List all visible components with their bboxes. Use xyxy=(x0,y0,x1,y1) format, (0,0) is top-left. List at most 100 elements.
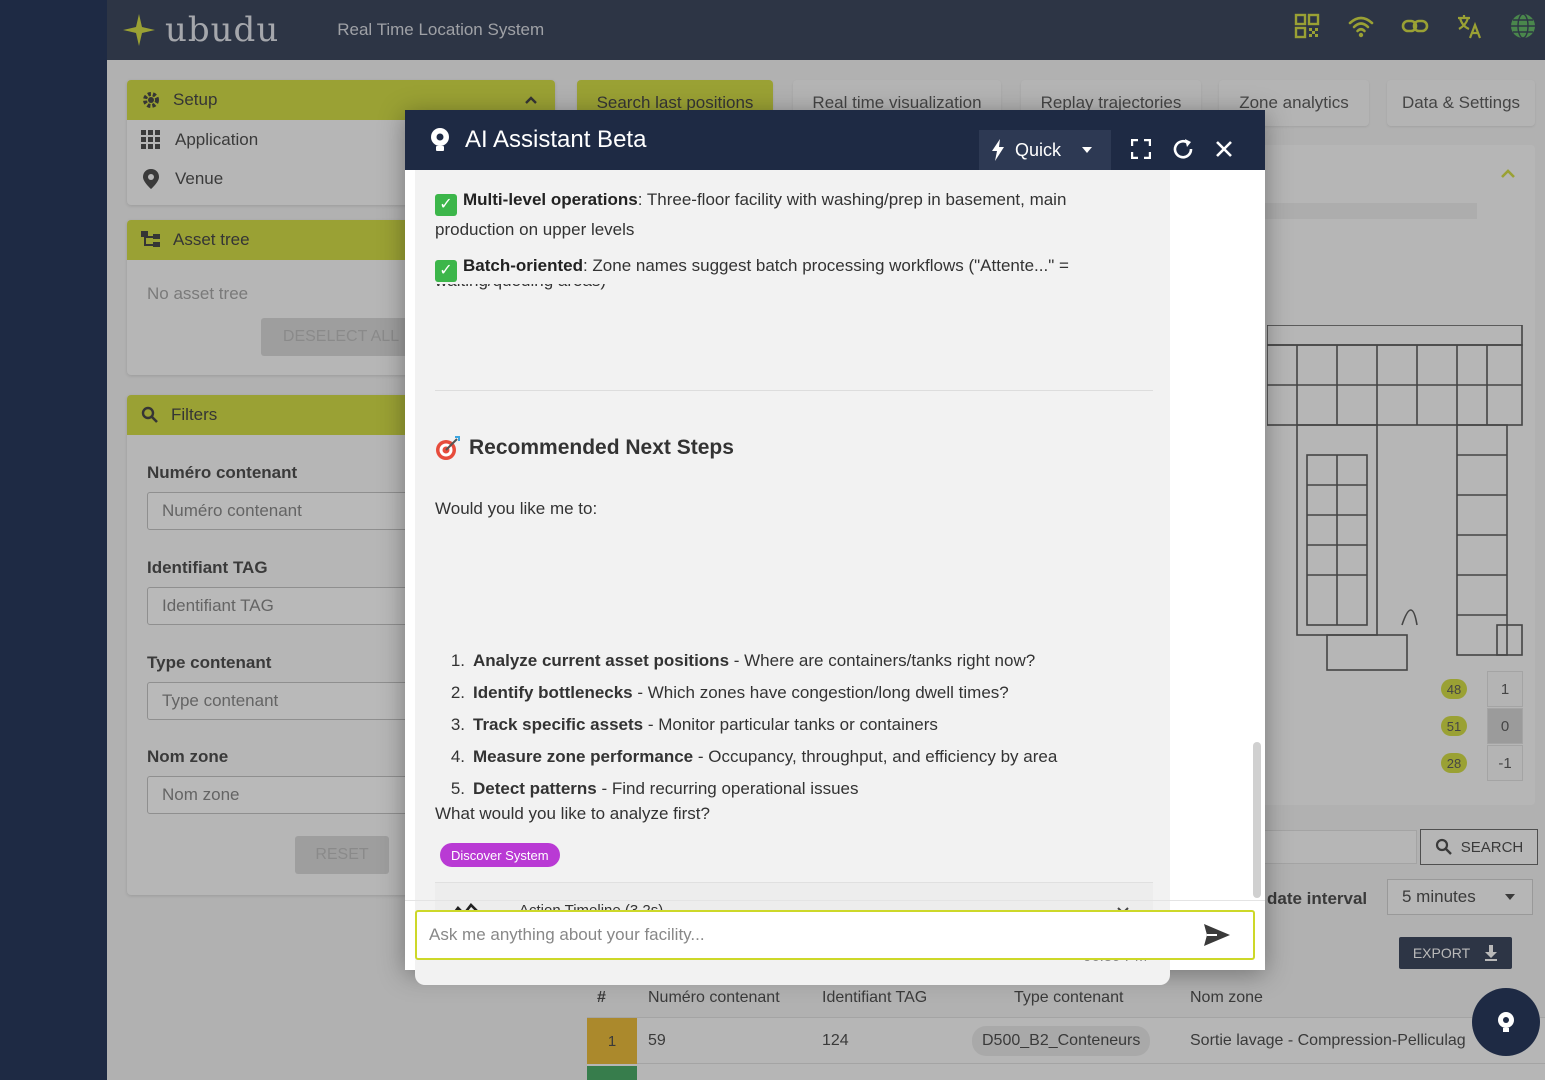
search-row-input[interactable] xyxy=(1257,830,1417,864)
logo[interactable]: ubudu xyxy=(121,10,279,50)
point-2-bold: Batch-oriented xyxy=(463,256,583,275)
tree-icon xyxy=(141,231,160,247)
follow-up-question: What would you like to analyze first? xyxy=(435,804,710,823)
link-icon[interactable] xyxy=(1401,12,1429,40)
download-icon xyxy=(1485,945,1498,961)
chat-scrollbar[interactable] xyxy=(1253,742,1261,898)
floor-button-0[interactable]: 0 xyxy=(1487,708,1523,744)
steps-list: 1. Analyze current asset positions - Wher… xyxy=(445,645,1057,805)
assistant-title: AI Assistant Beta xyxy=(465,126,647,153)
ai-assistant-dialog: AI Assistant Beta Quick ✓ Multi-level ope… xyxy=(405,110,1265,985)
location-pin-icon xyxy=(143,168,159,189)
update-interval-label: date interval xyxy=(1267,889,1368,908)
row-index-cell-next xyxy=(587,1066,637,1080)
caret-down-icon xyxy=(1505,894,1515,900)
close-icon[interactable] xyxy=(1215,140,1233,158)
floor-button-minus1[interactable]: -1 xyxy=(1487,745,1523,781)
filter-label-zone: Nom zone xyxy=(147,747,229,766)
sidebar-item-label: Venue xyxy=(175,168,224,188)
gear-icon xyxy=(143,92,159,108)
qr-code-icon[interactable] xyxy=(1293,12,1321,40)
chat-input-placeholder: Ask me anything about your facility... xyxy=(429,925,705,944)
sidebar-item-label: Application xyxy=(175,129,259,149)
list-item: 2. Identify bottlenecks - Which zones hav… xyxy=(450,683,1009,702)
asset-tree-empty-text: No asset tree xyxy=(147,284,249,303)
assistant-bulb-icon xyxy=(431,128,449,151)
row-index-cell: 1 xyxy=(587,1018,637,1064)
wifi-icon[interactable] xyxy=(1347,12,1375,40)
list-item: 3. Track specific assets - Monitor partic… xyxy=(450,715,938,734)
list-item: 1. Analyze current asset positions - Wher… xyxy=(450,651,1036,670)
left-background-strip xyxy=(0,0,107,1080)
table-header-tag[interactable]: Identifiant TAG xyxy=(822,989,927,1007)
mode-label: Quick xyxy=(1015,139,1062,160)
results-table: # Numéro contenant Identifiant TAG Type … xyxy=(587,978,1545,1080)
logo-text: ubudu xyxy=(165,10,280,50)
globe-icon[interactable] xyxy=(1509,12,1537,40)
table-header-type[interactable]: Type contenant xyxy=(1014,989,1123,1007)
deselect-all-button[interactable]: DESELECT ALL xyxy=(261,318,421,356)
export-button[interactable]: EXPORT xyxy=(1399,937,1512,969)
chat-message-area: ✓ Multi-level operations: Three-floor fac… xyxy=(415,170,1170,985)
row-zone: Sortie lavage - Compression-Pelliculag xyxy=(1190,1032,1466,1049)
send-icon[interactable] xyxy=(1203,923,1231,947)
section-heading: Recommended Next Steps xyxy=(435,435,734,461)
list-item: 4. Measure zone performance - Occupancy, … xyxy=(450,747,1058,766)
chevron-up-icon[interactable] xyxy=(1499,165,1517,183)
table-header-index[interactable]: # xyxy=(597,989,606,1007)
point-1-bold: Multi-level operations xyxy=(463,190,638,209)
section-title: Recommended Next Steps xyxy=(469,436,734,459)
identifiant-tag-input[interactable]: Identifiant TAG xyxy=(147,587,417,625)
filters-label: Filters xyxy=(171,405,218,424)
table-header-zone[interactable]: Nom zone xyxy=(1190,989,1263,1007)
filter-label-type: Type contenant xyxy=(147,653,272,672)
assistant-fab-button[interactable] xyxy=(1472,988,1540,1056)
sparkle-logo-icon xyxy=(123,14,155,46)
point-2-text: : Zone names suggest batch processing wo… xyxy=(582,256,1069,275)
refresh-icon[interactable] xyxy=(1171,137,1195,161)
setup-label: Setup xyxy=(173,90,218,109)
lightning-icon xyxy=(992,139,1004,161)
caret-down-icon xyxy=(1082,147,1093,153)
steps-intro: Would you like me to: xyxy=(435,499,598,518)
update-interval-value: 5 minutes xyxy=(1402,887,1476,906)
tab-data-settings[interactable]: Data & Settings xyxy=(1387,80,1535,126)
fullscreen-icon[interactable] xyxy=(1131,139,1151,159)
input-divider xyxy=(405,900,1265,901)
row-type-chip: D500_B2_Conteneurs xyxy=(972,1026,1151,1056)
row-tag: 124 xyxy=(822,1032,849,1049)
filter-label-tag: Identifiant TAG xyxy=(147,558,268,577)
numero-contenant-input[interactable]: Numéro contenant xyxy=(147,492,417,530)
floor-badge-0: 51 xyxy=(1441,716,1467,736)
mode-dropdown[interactable]: Quick xyxy=(979,130,1111,170)
assistant-point-1: ✓ Multi-level operations: Three-floor fac… xyxy=(435,186,1135,243)
translate-icon[interactable] xyxy=(1455,12,1483,40)
table-row[interactable]: 1 59 124 D500_B2_Conteneurs Sortie lavag… xyxy=(587,1018,1545,1064)
reset-button[interactable]: RESET xyxy=(295,836,389,874)
grid-icon xyxy=(141,129,160,149)
table-header-numero[interactable]: Numéro contenant xyxy=(648,989,780,1007)
chat-input[interactable]: Ask me anything about your facility... xyxy=(415,910,1255,960)
floor-plan-map[interactable] xyxy=(1267,325,1527,705)
assistant-point-2: ✓ Batch-oriented: Zone names suggest batc… xyxy=(435,252,1135,282)
app-subtitle: Real Time Location System xyxy=(337,20,545,39)
search-button[interactable]: SEARCH xyxy=(1420,829,1538,865)
cutoff-text: waiting/queuing areas) xyxy=(435,284,1135,292)
checkmark-icon: ✓ xyxy=(435,260,457,282)
floor-button-1[interactable]: 1 xyxy=(1487,671,1523,707)
floor-badge-1: 48 xyxy=(1441,679,1467,699)
search-button-label: SEARCH xyxy=(1460,838,1524,856)
asset-tree-label: Asset tree xyxy=(173,230,250,249)
search-icon xyxy=(141,406,158,423)
checkmark-icon: ✓ xyxy=(435,194,457,216)
robot-head-icon xyxy=(1498,1012,1514,1032)
discover-system-button[interactable]: Discover System xyxy=(440,843,560,867)
row-index: 1 xyxy=(607,1032,617,1050)
type-contenant-input[interactable]: Type contenant xyxy=(147,682,417,720)
update-interval-select[interactable]: 5 minutes xyxy=(1387,879,1533,915)
floor-badge-minus1: 28 xyxy=(1441,753,1467,773)
chevron-up-icon[interactable] xyxy=(523,92,539,108)
top-bar: ubudu Real Time Location System xyxy=(107,0,1545,60)
divider xyxy=(435,390,1153,391)
nom-zone-input[interactable]: Nom zone xyxy=(147,776,417,814)
